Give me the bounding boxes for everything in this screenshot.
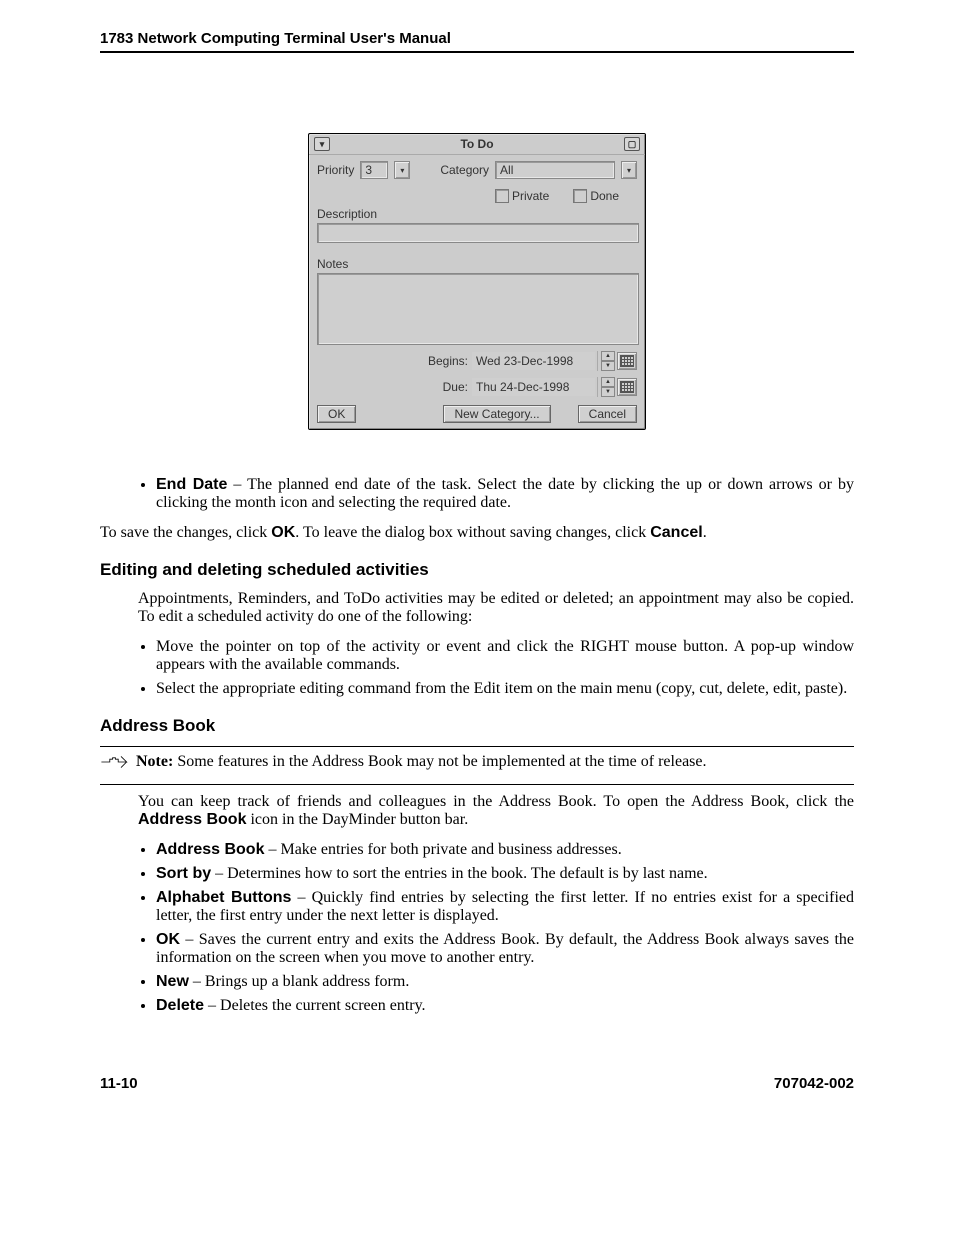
due-label: Due: — [443, 380, 468, 394]
chevron-up-icon: ▲ — [601, 377, 615, 387]
begins-spinner[interactable]: ▲ ▼ — [601, 351, 615, 371]
due-calendar-button[interactable] — [617, 378, 637, 396]
end-date-list: End Date – The planned end date of the t… — [100, 476, 854, 512]
dialog-titlebar: ▾ To Do ▢ — [309, 134, 645, 154]
begins-calendar-button[interactable] — [617, 352, 637, 370]
heading-editing: Editing and deleting scheduled activitie… — [100, 560, 854, 580]
chevron-up-icon: ▲ — [601, 351, 615, 361]
dialog-figure: ▾ To Do ▢ Priority 3 ▾ Category All ▾ Pr… — [100, 133, 854, 430]
list-item: Select the appropriate editing command f… — [156, 680, 854, 698]
divider — [100, 746, 854, 747]
list-item: OK – Saves the current entry and exits t… — [156, 931, 854, 967]
chevron-down-icon: ▼ — [601, 387, 615, 397]
note-text: Note: Some features in the Address Book … — [136, 753, 854, 771]
list-item: End Date – The planned end date of the t… — [156, 476, 854, 512]
list-item: Sort by – Determines how to sort the ent… — [156, 865, 854, 883]
due-date-input[interactable]: Thu 24-Dec-1998 — [472, 378, 595, 396]
begins-label: Begins: — [428, 354, 468, 368]
notes-label: Notes — [317, 257, 348, 271]
list-item: Alphabet Buttons – Quickly find entries … — [156, 889, 854, 925]
description-label: Description — [317, 207, 377, 221]
description-input[interactable] — [317, 223, 639, 243]
page-number: 11-10 — [100, 1075, 138, 1092]
due-spinner[interactable]: ▲ ▼ — [601, 377, 615, 397]
chevron-down-icon: ▼ — [601, 361, 615, 371]
note-hand-icon — [100, 753, 128, 776]
category-dropdown-icon[interactable]: ▾ — [621, 161, 637, 179]
page-header: 1783 Network Computing Terminal User's M… — [100, 30, 854, 53]
ok-button[interactable]: OK — [317, 405, 356, 423]
sec1-list: Move the pointer on top of the activity … — [100, 638, 854, 698]
divider — [100, 784, 854, 785]
calendar-icon — [620, 381, 634, 393]
checkbox-icon — [495, 189, 509, 203]
sec2-intro: You can keep track of friends and collea… — [138, 793, 854, 829]
close-icon[interactable]: ▢ — [624, 137, 640, 151]
priority-label: Priority — [317, 163, 354, 177]
menu-icon[interactable]: ▾ — [314, 137, 330, 151]
done-checkbox[interactable]: Done — [573, 189, 619, 203]
notes-input[interactable] — [317, 273, 639, 345]
page-footer: 11-10 707042-002 — [100, 1075, 854, 1092]
save-paragraph: To save the changes, click OK. To leave … — [100, 524, 854, 542]
term-end-date: End Date — [156, 476, 227, 493]
list-item: New – Brings up a blank address form. — [156, 973, 854, 991]
priority-dropdown-icon[interactable]: ▾ — [394, 161, 410, 179]
begins-date-input[interactable]: Wed 23-Dec-1998 — [472, 352, 595, 370]
calendar-icon — [620, 355, 634, 367]
list-item: Move the pointer on top of the activity … — [156, 638, 854, 674]
new-category-button[interactable]: New Category... — [443, 405, 550, 423]
sec1-intro: Appointments, Reminders, and ToDo activi… — [138, 590, 854, 626]
cancel-button[interactable]: Cancel — [578, 405, 637, 423]
doc-number: 707042-002 — [774, 1075, 854, 1092]
category-label: Category — [440, 163, 489, 177]
sec2-list: Address Book – Make entries for both pri… — [100, 841, 854, 1015]
todo-dialog: ▾ To Do ▢ Priority 3 ▾ Category All ▾ Pr… — [308, 133, 646, 430]
checkbox-icon — [573, 189, 587, 203]
category-input[interactable]: All — [495, 161, 615, 179]
note-row: Note: Some features in the Address Book … — [100, 753, 854, 776]
list-item: Address Book – Make entries for both pri… — [156, 841, 854, 859]
dialog-title: To Do — [330, 137, 624, 151]
heading-address-book: Address Book — [100, 716, 854, 736]
list-item: Delete – Deletes the current screen entr… — [156, 997, 854, 1015]
priority-input[interactable]: 3 — [360, 161, 388, 179]
private-checkbox[interactable]: Private — [495, 189, 549, 203]
manual-title: 1783 Network Computing Terminal User's M… — [100, 30, 451, 47]
